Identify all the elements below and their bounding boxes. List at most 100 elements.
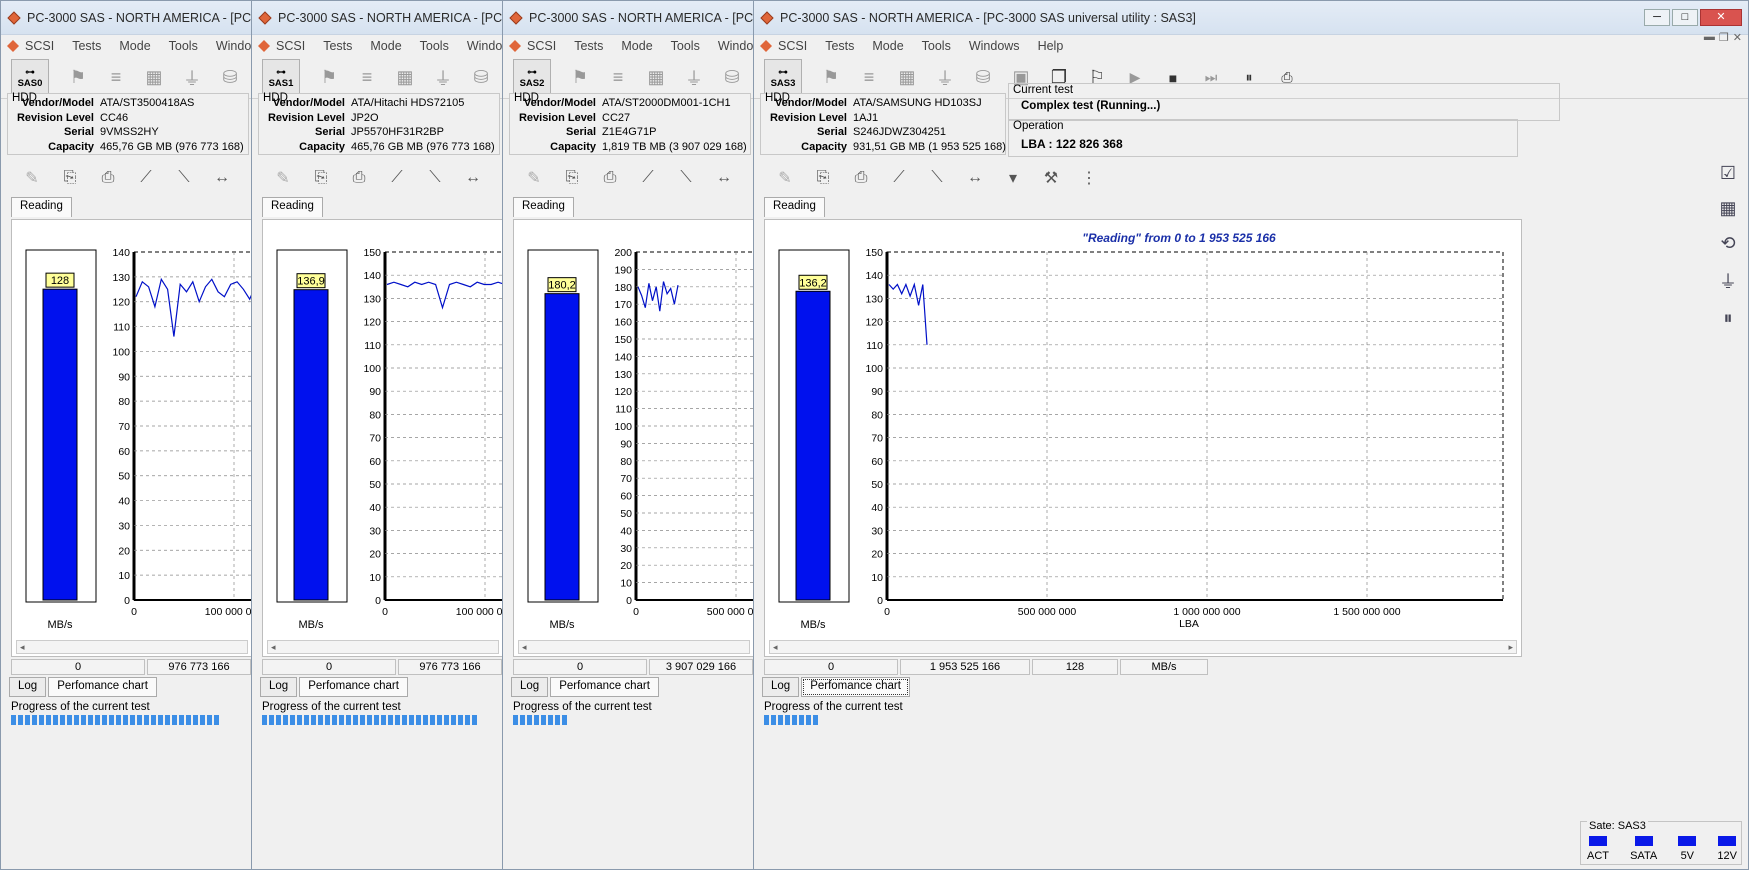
flag-icon[interactable]: ⚑ [567, 65, 593, 91]
menu-tools[interactable]: Tools [420, 39, 449, 53]
menu-mode[interactable]: Mode [872, 39, 903, 53]
edit-icon[interactable]: ✎ [772, 165, 798, 191]
menu-windows[interactable]: Windows [718, 39, 753, 53]
menu-tests[interactable]: Tests [323, 39, 352, 53]
power-plug-icon[interactable]: ⏚ [1719, 268, 1737, 294]
menu-tools[interactable]: Tools [169, 39, 198, 53]
tab-reading[interactable]: Reading [262, 197, 323, 217]
save-chart-icon[interactable]: ⎘ [57, 165, 83, 191]
save-chart-icon[interactable]: ⎘ [308, 165, 334, 191]
menu-tests[interactable]: Tests [72, 39, 101, 53]
flag-icon[interactable]: ⚑ [316, 65, 342, 91]
chart-slope-icon[interactable]: ⟍ [422, 165, 448, 191]
tab-reading[interactable]: Reading [513, 197, 574, 217]
chart-slope-icon[interactable]: ⟍ [924, 165, 950, 191]
tab-performance-chart[interactable]: Perfomance chart [299, 677, 408, 697]
range-icon[interactable]: ↔ [460, 165, 486, 191]
board-icon[interactable]: ▦ [1719, 198, 1736, 219]
range-icon[interactable]: ↔ [209, 165, 235, 191]
tab-reading[interactable]: Reading [11, 197, 72, 217]
menu-mode[interactable]: Mode [370, 39, 401, 53]
tab-log[interactable]: Log [511, 677, 549, 697]
list-icon[interactable]: ≡ [103, 65, 129, 91]
sas-port-button[interactable]: ⊶ SAS0 [11, 58, 49, 97]
save-chart-icon[interactable]: ⎘ [559, 165, 585, 191]
sas-port-button[interactable]: ⊶ SAS1 [262, 58, 300, 97]
scroll-left-arrow-icon[interactable]: ◂ [20, 642, 25, 652]
chart-curve-icon[interactable]: ⟋ [635, 165, 661, 191]
tab-performance-chart[interactable]: Perfomance chart [801, 677, 910, 697]
close-button[interactable]: ✕ [1700, 9, 1742, 26]
grid-icon[interactable]: ▦ [643, 65, 669, 91]
reset-icon[interactable]: ⟲ [1720, 233, 1735, 254]
wave-icon[interactable]: ⏚ [681, 65, 707, 91]
chart-curve-icon[interactable]: ⟋ [133, 165, 159, 191]
chart-slope-icon[interactable]: ⟍ [171, 165, 197, 191]
tools-icon[interactable]: ⚒ [1038, 165, 1064, 191]
tab-log[interactable]: Log [762, 677, 800, 697]
menu-tools[interactable]: Tools [922, 39, 951, 53]
menu-windows[interactable]: Windows [467, 39, 502, 53]
load-chart-icon[interactable]: ⎙ [346, 165, 372, 191]
scroll-right-arrow-icon[interactable]: ▸ [1508, 641, 1513, 653]
scroll-left-arrow-icon[interactable]: ◂ [271, 642, 276, 652]
save-chart-icon[interactable]: ⎘ [810, 165, 836, 191]
chart-slope-icon[interactable]: ⟍ [673, 165, 699, 191]
menu-scsi[interactable]: SCSI [527, 39, 556, 53]
grid-icon[interactable]: ▦ [392, 65, 418, 91]
tab-performance-chart[interactable]: Perfomance chart [48, 677, 157, 697]
minimize-button[interactable]: ─ [1644, 9, 1670, 26]
dropdown-arrow-icon[interactable]: ▾ [1000, 165, 1026, 191]
horizontal-scrollbar[interactable]: ◂ [16, 640, 248, 654]
wave-icon[interactable]: ⏚ [932, 65, 958, 91]
sas-port-button[interactable]: ⊶ SAS2 [513, 58, 551, 97]
menu-scsi[interactable]: SCSI [276, 39, 305, 53]
edit-icon[interactable]: ✎ [19, 165, 45, 191]
wave-icon[interactable]: ⏚ [430, 65, 456, 91]
horizontal-scrollbar[interactable]: ◂ [267, 640, 499, 654]
disk-icon[interactable]: ⛁ [468, 65, 494, 91]
menu-mode[interactable]: Mode [119, 39, 150, 53]
chart-curve-icon[interactable]: ⟋ [886, 165, 912, 191]
menu-scsi[interactable]: SCSI [25, 39, 54, 53]
list-icon[interactable]: ≡ [856, 65, 882, 91]
load-chart-icon[interactable]: ⎙ [95, 165, 121, 191]
disk-icon[interactable]: ⛁ [970, 65, 996, 91]
menu-tools[interactable]: Tools [671, 39, 700, 53]
tab-log[interactable]: Log [9, 677, 47, 697]
load-chart-icon[interactable]: ⎙ [848, 165, 874, 191]
horizontal-scrollbar[interactable]: ◂ ▸ [769, 640, 1517, 654]
range-icon[interactable]: ↔ [962, 165, 988, 191]
menu-windows[interactable]: Windows [969, 39, 1020, 53]
disk-icon[interactable]: ⛁ [719, 65, 745, 91]
list-icon[interactable]: ≡ [354, 65, 380, 91]
tab-log[interactable]: Log [260, 677, 298, 697]
menu-help[interactable]: Help [1038, 39, 1064, 53]
check-list-icon[interactable]: ☑ [1720, 163, 1736, 184]
maximize-button[interactable]: □ [1672, 9, 1698, 26]
tree-icon[interactable]: ⋮ [1076, 165, 1102, 191]
sas-port-button[interactable]: ⊶ SAS3 [764, 58, 802, 97]
horizontal-scrollbar[interactable]: ◂ [518, 640, 750, 654]
edit-icon[interactable]: ✎ [270, 165, 296, 191]
list-icon[interactable]: ≡ [605, 65, 631, 91]
tab-performance-chart[interactable]: Perfomance chart [550, 677, 659, 697]
flag-icon[interactable]: ⚑ [818, 65, 844, 91]
edit-icon[interactable]: ✎ [521, 165, 547, 191]
disk-icon[interactable]: ⛁ [217, 65, 243, 91]
tab-reading[interactable]: Reading [764, 197, 825, 217]
menu-tests[interactable]: Tests [825, 39, 854, 53]
scroll-left-arrow-icon[interactable]: ◂ [773, 642, 778, 652]
menu-mode[interactable]: Mode [621, 39, 652, 53]
menu-scsi[interactable]: SCSI [778, 39, 807, 53]
scroll-left-arrow-icon[interactable]: ◂ [522, 642, 527, 652]
child-minimize-icon[interactable]: ▬ [1704, 31, 1715, 44]
wave-icon[interactable]: ⏚ [179, 65, 205, 91]
grid-icon[interactable]: ▦ [894, 65, 920, 91]
menu-tests[interactable]: Tests [574, 39, 603, 53]
grid-icon[interactable]: ▦ [141, 65, 167, 91]
pause-small-icon[interactable]: ⏸ [1724, 308, 1733, 329]
range-icon[interactable]: ↔ [711, 165, 737, 191]
chart-curve-icon[interactable]: ⟋ [384, 165, 410, 191]
load-chart-icon[interactable]: ⎙ [597, 165, 623, 191]
